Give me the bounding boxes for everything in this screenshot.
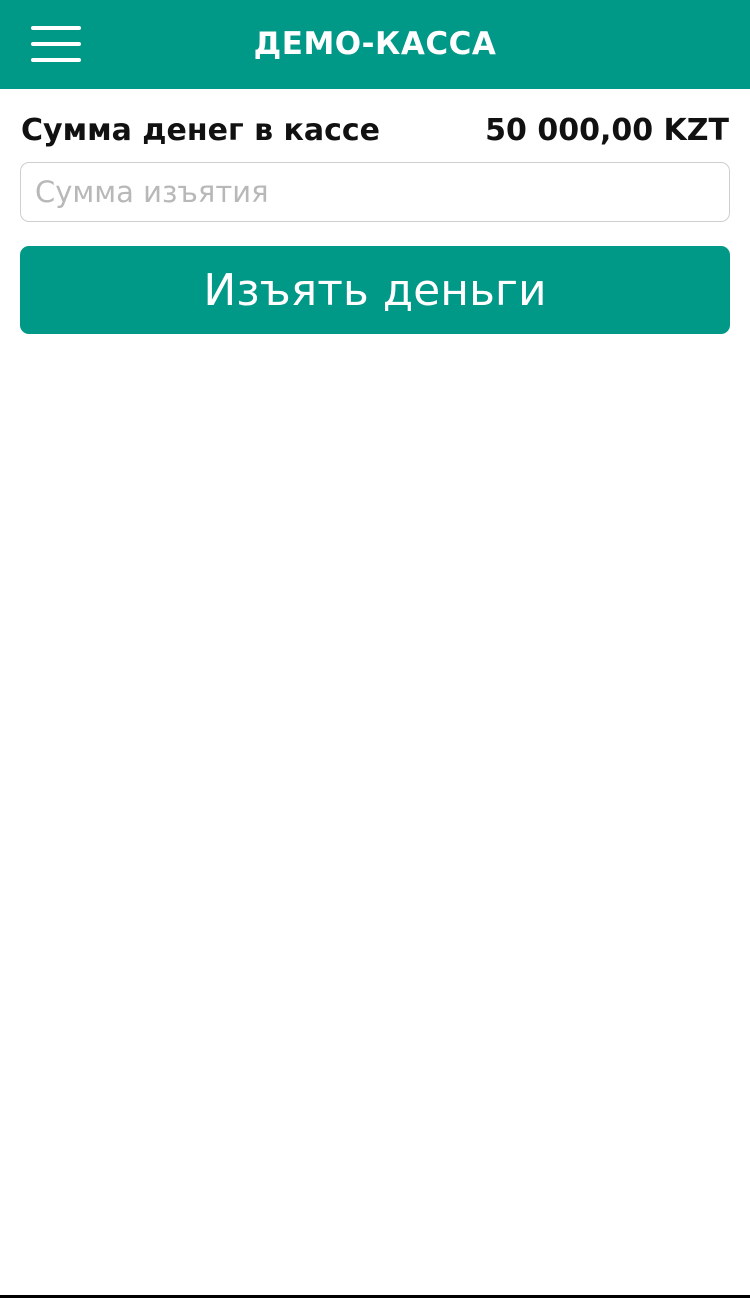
menu-button[interactable] <box>31 26 81 62</box>
app-title: ДЕМО-КАССА <box>253 26 497 62</box>
withdraw-money-button[interactable]: Изъять деньги <box>20 246 730 334</box>
app-bar: ДЕМО-КАССА <box>0 0 750 89</box>
cash-balance-row: Сумма денег в кассе 50 000,00 KZT <box>21 108 729 152</box>
hamburger-menu-icon <box>31 26 81 62</box>
withdrawal-amount-input[interactable] <box>20 162 730 222</box>
cash-balance-value: 50 000,00 KZT <box>485 112 729 148</box>
cash-balance-label: Сумма денег в кассе <box>21 112 381 148</box>
withdraw-screen: ДЕМО-КАССА Сумма денег в кассе 50 000,00… <box>0 0 750 1298</box>
